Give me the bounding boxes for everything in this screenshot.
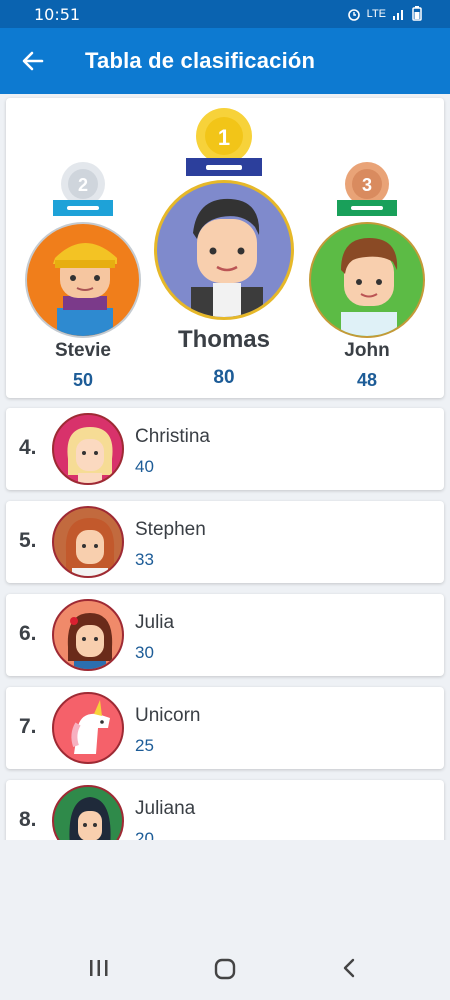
- rank-number: 4.: [19, 436, 37, 459]
- signal-icon: [393, 9, 403, 20]
- player-name: Unicorn: [135, 705, 201, 726]
- avatar: [52, 599, 124, 671]
- player-name: Julia: [135, 612, 175, 633]
- podium-name: Stevie: [55, 340, 111, 361]
- podium-points: 48: [356, 370, 378, 390]
- svg-text:2: 2: [78, 175, 88, 195]
- player-name: Juliana: [135, 798, 196, 819]
- home-icon[interactable]: [214, 958, 236, 980]
- svg-text:1: 1: [218, 125, 230, 150]
- avatar: [154, 180, 294, 320]
- system-nav-bar: [0, 930, 450, 1000]
- bronze-medal-icon: 3: [337, 162, 397, 216]
- list-item[interactable]: 4. Christina 40: [6, 408, 444, 490]
- podium-name: John: [344, 340, 390, 361]
- list-item[interactable]: 6. Julia 30: [6, 594, 444, 676]
- avatar: [52, 785, 124, 840]
- status-bar: 10:51 LTE: [0, 0, 450, 28]
- podium-name: Thomas: [177, 326, 270, 353]
- silver-medal-icon: 2: [53, 162, 113, 216]
- rank-number: 8.: [19, 808, 37, 831]
- podium-third[interactable]: 3 John 48: [304, 160, 430, 396]
- avatar: [52, 692, 124, 764]
- player-points: 25: [135, 736, 154, 755]
- rank-number: 6.: [19, 622, 37, 645]
- network-label: LTE: [366, 7, 386, 20]
- podium-second[interactable]: 2 Stevie 50: [20, 160, 146, 396]
- alarm-icon: [347, 8, 360, 21]
- gold-medal-icon: 1: [186, 108, 262, 176]
- arrow-left-icon[interactable]: [20, 48, 46, 74]
- player-points: 30: [135, 643, 154, 662]
- avatar: [52, 506, 124, 578]
- rank-number: 5.: [19, 529, 37, 552]
- back-icon[interactable]: [340, 958, 360, 978]
- player-name: Christina: [135, 426, 210, 447]
- page-title: Tabla de clasificación: [85, 48, 316, 73]
- player-points: 20: [135, 829, 154, 840]
- podium-first[interactable]: 1 Thomas 80: [150, 104, 298, 394]
- status-time: 10:51: [34, 5, 81, 24]
- list-item[interactable]: 7. Unicorn 25: [6, 687, 444, 769]
- player-name: Stephen: [135, 519, 206, 540]
- list-item[interactable]: 5. Stephen 33: [6, 501, 444, 583]
- rank-number: 7.: [19, 715, 37, 738]
- podium-points: 80: [213, 367, 235, 388]
- player-points: 33: [135, 550, 154, 569]
- list-item[interactable]: 8. Juliana 20: [6, 780, 444, 840]
- avatar: [52, 413, 124, 485]
- leaderboard-list[interactable]: 4. Christina 40 5. Stephen 33 6. Julia 3…: [0, 398, 450, 840]
- player-points: 40: [135, 457, 154, 476]
- svg-text:3: 3: [362, 175, 372, 195]
- avatar: [309, 222, 425, 338]
- status-icons: LTE: [347, 6, 422, 21]
- app-bar: Tabla de clasificación: [0, 28, 450, 94]
- recents-icon[interactable]: [88, 958, 110, 978]
- battery-icon: [412, 6, 422, 21]
- podium-points: 50: [72, 370, 94, 390]
- avatar: [25, 222, 141, 338]
- podium-card: 2 Stevie 50 1 Thomas 80 3 John 48: [6, 98, 444, 398]
